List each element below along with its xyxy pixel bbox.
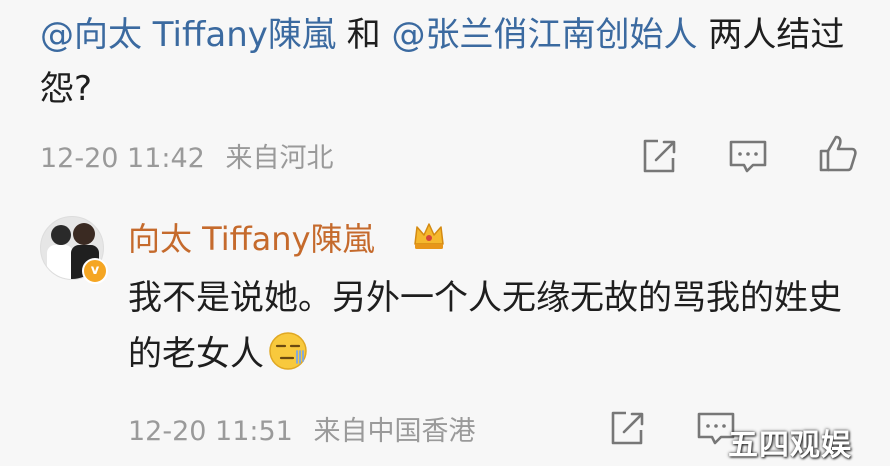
- like-button[interactable]: [816, 132, 860, 176]
- verified-badge-icon: v: [82, 258, 108, 284]
- reply-meta: 12-20 11:51 来自中国香港: [128, 409, 475, 448]
- speechless-face-icon: [269, 332, 307, 370]
- post-connector: 和: [335, 15, 392, 55]
- post-text: @向太 Tiffany陳嵐 和 @张兰俏江南创始人 两人结过怨?: [40, 8, 860, 116]
- comment-icon: [729, 140, 767, 173]
- comment-button[interactable]: [726, 134, 770, 178]
- post-meta: 12-20 11:42 来自河北: [40, 136, 333, 175]
- reply-source: 来自中国香港: [313, 416, 476, 447]
- watermark: 五四观娱: [728, 428, 852, 463]
- mention-link-zhanglan[interactable]: @张兰俏江南创始人: [392, 15, 698, 55]
- share-icon: [611, 411, 644, 445]
- weibo-post: @向太 Tiffany陳嵐 和 @张兰俏江南创始人 两人结过怨? 12-20 1…: [0, 0, 890, 190]
- post-source: 来自河北: [225, 143, 334, 174]
- share-icon: [643, 139, 676, 173]
- reply-text: 我不是说她。另外一个人无缘无故的骂我的姓史的老女人: [128, 270, 858, 382]
- crown-icon: [414, 223, 444, 249]
- reply-author-name[interactable]: 向太 Tiffany陳嵐: [128, 214, 375, 260]
- reply-share-button[interactable]: [604, 406, 648, 450]
- post-timestamp: 12-20 11:42: [40, 143, 205, 174]
- like-icon: [819, 135, 857, 172]
- reply-timestamp: 12-20 11:51: [128, 416, 293, 447]
- share-button[interactable]: [636, 134, 680, 178]
- reply-text-content: 我不是说她。另外一个人无缘无故的骂我的姓史的老女人: [128, 278, 842, 374]
- mention-link-tiffany[interactable]: @向太 Tiffany陳嵐: [40, 15, 336, 55]
